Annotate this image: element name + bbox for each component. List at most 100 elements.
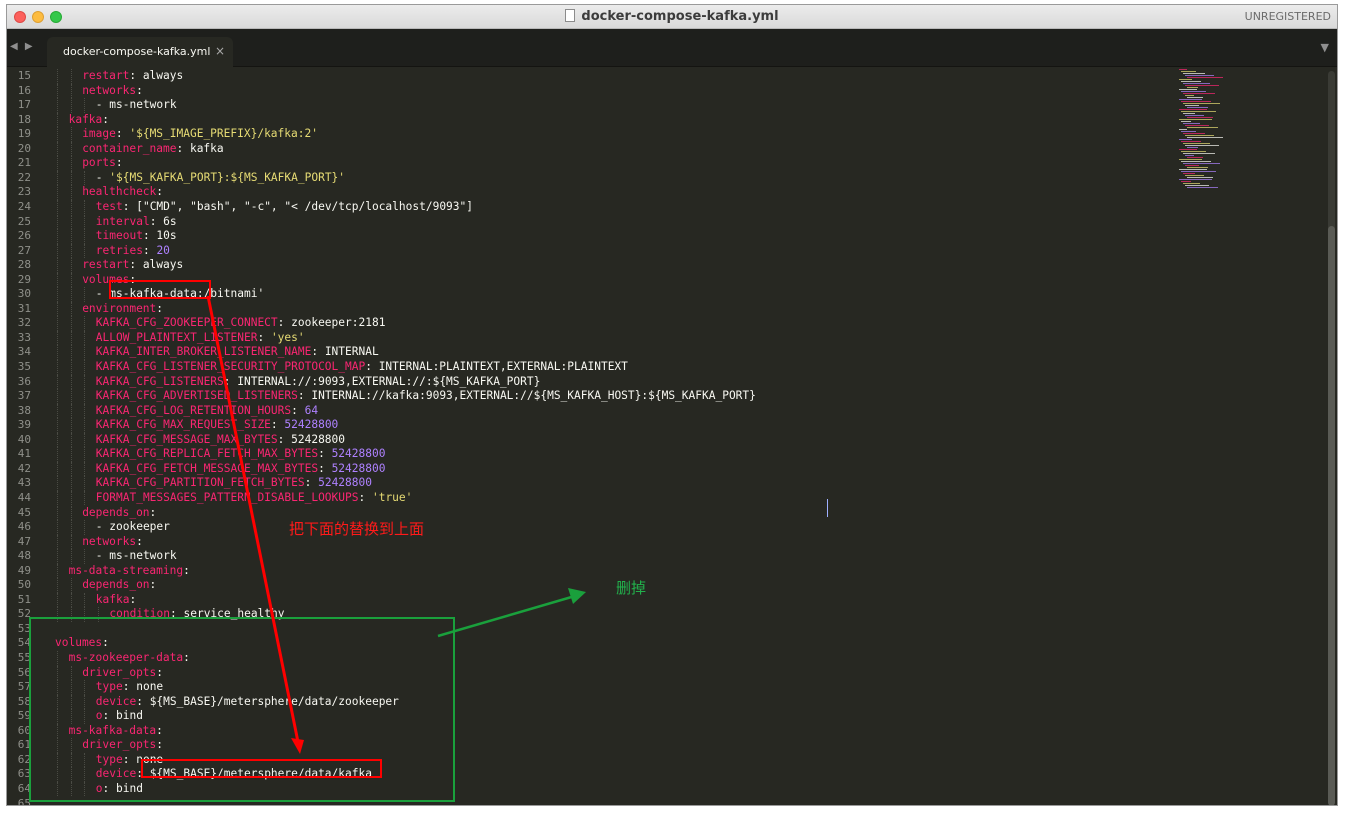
minimap-line [1181,91,1206,92]
line-number: 61 [17,738,31,752]
code-line[interactable]: KAFKA_CFG_MESSAGE_MAX_BYTES: 52428800 [96,433,345,448]
code-line[interactable]: depends_on: [82,578,156,593]
indent-guide [57,549,58,564]
code-line[interactable]: ports: [82,156,122,171]
code-line[interactable]: KAFKA_CFG_LISTENERS: INTERNAL://:9093,EX… [96,375,541,390]
indent-guide [57,199,58,215]
minimap-line [1185,155,1194,156]
indent-guide [70,520,72,535]
minimap-line [1179,169,1207,170]
replace-note: 把下面的替换到上面 [289,520,425,538]
indent-guide [84,214,86,230]
code-line[interactable]: container_name: kafka [82,142,223,157]
code-line[interactable]: KAFKA_CFG_ZOOKEEPER_CONNECT: zookeeper:2… [96,316,386,331]
code-token: KAFKA_CFG_LISTENERS [95,374,224,388]
code-line[interactable]: retries: 20 [96,244,170,259]
line-number: 62 [17,752,31,766]
indent-guide [57,461,58,477]
vertical-scrollbar[interactable] [1328,71,1335,805]
indent-guide [70,360,72,375]
indent-guide [70,272,72,288]
minimap-line [1187,157,1203,158]
indent-guide [84,170,86,186]
code-line[interactable]: environment: [82,302,163,317]
minimap-line [1181,81,1201,82]
code-line[interactable]: depends_on: [82,506,156,521]
minimap-line [1181,131,1196,132]
indent-guide [70,447,72,462]
minimap-line [1183,173,1195,174]
minimap-line [1183,133,1205,134]
tab-nav-arrows[interactable]: ◀ ▶ [10,41,35,52]
code-token: : [142,243,157,257]
minimap-line [1185,145,1219,146]
code-line[interactable]: ALLOW_PLAINTEXT_LISTENER: 'yes' [96,331,305,346]
line-number: 25 [17,214,31,228]
code-line[interactable]: KAFKA_CFG_REPLICA_FETCH_MAX_BYTES: 52428… [96,447,386,462]
code-line[interactable]: KAFKA_CFG_PARTITION_FETCH_BYTES: 5242880… [96,476,372,491]
code-line[interactable]: restart: always [82,258,183,273]
code-token: restart [82,258,130,272]
code-token: KAFKA_CFG_PARTITION_FETCH_BYTES [95,476,305,490]
minimap-line [1185,135,1214,136]
indent-guide [57,490,58,506]
scrollbar-thumb[interactable] [1328,226,1335,805]
code-line[interactable]: kafka: [69,113,109,128]
code-line[interactable]: restart: always [82,69,183,84]
code-token: : [183,563,190,577]
code-line[interactable]: - ms-network [96,98,177,113]
line-number: 41 [17,447,31,461]
line-number: 34 [17,345,31,359]
code-line[interactable]: - ms-network [96,549,177,564]
code-token: : [304,476,319,490]
code-line[interactable]: KAFKA_CFG_LOG_RETENTION_HOURS: 64 [96,404,318,419]
code-line[interactable]: interval: 6s [96,215,177,230]
indent-guide [70,243,72,259]
minimap-line [1187,147,1198,148]
code-token: KAFKA_CFG_ZOOKEEPER_CONNECT [95,316,278,330]
document-icon [565,9,576,22]
code-line[interactable]: kafka: [96,593,136,608]
indent-guide [57,141,58,157]
code-token: : [318,447,332,461]
tab-docker-compose-kafka[interactable]: docker-compose-kafka.yml × [47,37,233,67]
indent-guide [70,287,72,302]
code-token: KAFKA_CFG_FETCH_MESSAGE_MAX_BYTES [95,461,319,475]
code-line[interactable]: healthcheck: [82,185,163,200]
code-line[interactable]: - '${MS_KAFKA_PORT}:${MS_KAFKA_PORT}' [96,171,345,186]
line-number: 42 [17,461,31,475]
code-line[interactable]: KAFKA_CFG_FETCH_MESSAGE_MAX_BYTES: 52428… [96,462,386,477]
code-line[interactable]: KAFKA_INTER_BROKER_LISTENER_NAME: INTERN… [96,345,379,360]
minimap[interactable] [1175,69,1245,199]
code-line[interactable]: FORMAT_MESSAGES_PATTERN_DISABLE_LOOKUPS:… [96,491,413,506]
line-number: 22 [17,170,31,184]
code-line[interactable]: KAFKA_CFG_LISTENER_SECURITY_PROTOCOL_MAP… [96,360,628,375]
tab-menu-dropdown[interactable]: ▼ [1321,41,1329,54]
indent-guide [57,563,58,579]
line-number: 24 [17,199,31,213]
line-number: 44 [17,490,31,504]
minimap-line [1179,99,1202,100]
minimap-line [1185,165,1199,166]
indent-guide [70,258,72,273]
code-token: 52428800 [284,418,339,432]
line-number: 40 [17,432,31,446]
indent-guide [57,447,58,462]
code-line[interactable]: image: '${MS_IMAGE_PREFIX}/kafka:2' [82,127,318,142]
code-token: depends_on [82,578,150,592]
code-line[interactable]: KAFKA_CFG_ADVERTISED_LISTENERS: INTERNAL… [96,389,756,404]
indent-guide [70,578,72,593]
tab-close-icon[interactable]: × [215,44,225,58]
code-line[interactable]: KAFKA_CFG_MAX_REQUEST_SIZE: 52428800 [96,418,339,433]
code-line[interactable]: networks: [82,535,143,550]
indent-guide [84,447,86,462]
code-line[interactable]: networks: [82,84,143,99]
indent-guide [84,374,86,390]
code-line[interactable]: ms-data-streaming: [69,564,190,579]
minimap-line [1183,103,1220,104]
code-line[interactable]: - zookeeper [96,520,170,535]
indent-guide [70,199,72,215]
code-line[interactable]: test: ["CMD", "bash", "-c", "< /dev/tcp/… [96,200,473,215]
code-token: - ms-network [95,549,177,563]
code-line[interactable]: timeout: 10s [96,229,177,244]
